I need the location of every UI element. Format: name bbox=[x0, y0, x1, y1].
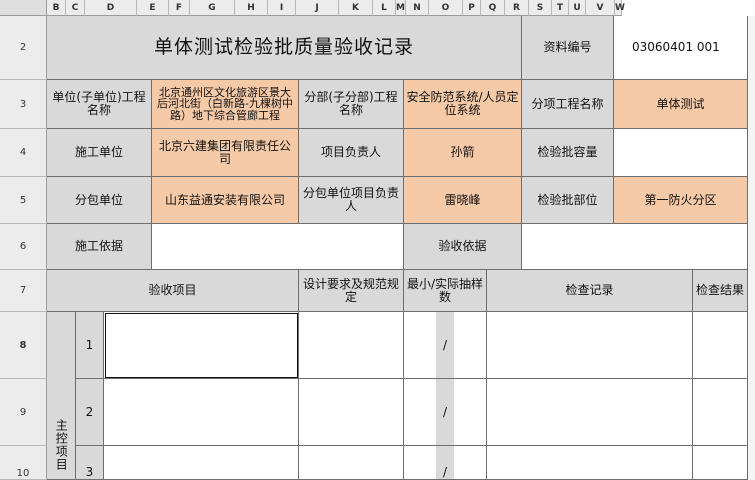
project-manager-value[interactable]: 孙箭 bbox=[404, 129, 522, 177]
item-1-name-cell[interactable] bbox=[104, 312, 299, 379]
row-header-2[interactable]: 2 bbox=[0, 16, 47, 80]
construction-basis-value[interactable] bbox=[152, 224, 404, 270]
column-header-l[interactable]: L bbox=[373, 0, 396, 16]
item-number-1: 1 bbox=[76, 312, 104, 379]
item-1-result-cell[interactable] bbox=[693, 312, 748, 379]
header-inspection-result: 检查结果 bbox=[693, 270, 748, 312]
construction-basis-label: 施工依据 bbox=[47, 224, 152, 270]
item-2-record-cell[interactable] bbox=[487, 379, 693, 446]
column-header-q[interactable]: Q bbox=[481, 0, 505, 16]
row-header-4[interactable]: 4 bbox=[0, 129, 47, 177]
project-manager-label: 项目负责人 bbox=[299, 129, 404, 177]
column-header-d[interactable]: D bbox=[85, 0, 137, 16]
column-header-b[interactable]: B bbox=[47, 0, 66, 16]
row-header-6[interactable]: 6 bbox=[0, 224, 47, 270]
row-header-10[interactable]: 10 bbox=[0, 446, 47, 480]
row-header-5[interactable]: 5 bbox=[0, 177, 47, 224]
column-header-j[interactable]: J bbox=[296, 0, 339, 16]
batch-capacity-value[interactable] bbox=[614, 129, 748, 177]
item-3-sample-cell[interactable]: / bbox=[404, 446, 487, 480]
column-header-c[interactable]: C bbox=[66, 0, 85, 16]
header-inspection-record: 检查记录 bbox=[487, 270, 693, 312]
column-header-s[interactable]: S bbox=[529, 0, 552, 16]
batch-location-value[interactable]: 第一防火分区 bbox=[614, 177, 748, 224]
constructor-label: 施工单位 bbox=[47, 129, 152, 177]
item-1-design-cell[interactable] bbox=[299, 312, 404, 379]
select-all-corner[interactable] bbox=[0, 0, 47, 16]
row-header-9[interactable]: 9 bbox=[0, 379, 47, 446]
column-header-i[interactable]: I bbox=[268, 0, 296, 16]
batch-location-label: 检验批部位 bbox=[522, 177, 614, 224]
item-1-record-cell[interactable] bbox=[487, 312, 693, 379]
column-header-w[interactable]: W bbox=[615, 0, 625, 16]
row-header-3[interactable]: 3 bbox=[0, 80, 47, 129]
doc-id-label: 资料编号 bbox=[522, 16, 614, 80]
item-number-3: 3 bbox=[76, 446, 104, 480]
item-project-value[interactable]: 单体测试 bbox=[614, 80, 748, 129]
subsection-value[interactable]: 安全防范系统/人员定位系统 bbox=[404, 80, 522, 129]
sub-manager-value[interactable]: 雷晓峰 bbox=[404, 177, 522, 224]
column-header-g[interactable]: G bbox=[190, 0, 235, 16]
column-header-u[interactable]: U bbox=[569, 0, 586, 16]
column-header-e[interactable]: E bbox=[137, 0, 169, 16]
header-acceptance-item: 验收项目 bbox=[47, 270, 299, 312]
acceptance-basis-value[interactable] bbox=[522, 224, 748, 270]
subsection-label: 分部(子分部)工程名称 bbox=[299, 80, 404, 129]
item-number-2: 2 bbox=[76, 379, 104, 446]
column-header-o[interactable]: O bbox=[429, 0, 463, 16]
column-header-v[interactable]: V bbox=[586, 0, 615, 16]
header-sample-count: 最小/实际抽样数 bbox=[404, 270, 487, 312]
item-3-design-cell[interactable] bbox=[299, 446, 404, 480]
item-2-name-cell[interactable] bbox=[104, 379, 299, 446]
batch-capacity-label: 检验批容量 bbox=[522, 129, 614, 177]
unit-name-label: 单位(子单位)工程名称 bbox=[47, 80, 152, 129]
main-control-items-label: 主控项目 bbox=[47, 312, 76, 480]
column-header-m[interactable]: M bbox=[396, 0, 406, 16]
item-2-result-cell[interactable] bbox=[693, 379, 748, 446]
item-2-sample-cell[interactable]: / bbox=[404, 379, 487, 446]
unit-name-value[interactable]: 北京通州区文化旅游区景大后河北街（白新路-九棵树中路）地下综合管廊工程 bbox=[152, 80, 299, 129]
subcontractor-label: 分包单位 bbox=[47, 177, 152, 224]
column-header-k[interactable]: K bbox=[339, 0, 373, 16]
doc-id-value[interactable]: 03060401 001 bbox=[614, 16, 748, 80]
subcontractor-value[interactable]: 山东益通安装有限公司 bbox=[152, 177, 299, 224]
column-header-f[interactable]: F bbox=[169, 0, 190, 16]
column-header-t[interactable]: T bbox=[552, 0, 569, 16]
item-project-label: 分项工程名称 bbox=[522, 80, 614, 129]
column-header-p[interactable]: P bbox=[463, 0, 481, 16]
main-control-items-text: 主控项目 bbox=[54, 419, 69, 471]
row-header-7[interactable]: 7 bbox=[0, 270, 47, 312]
form-title: 单体测试检验批质量验收记录 bbox=[47, 16, 522, 80]
item-1-sample-cell[interactable]: / bbox=[404, 312, 487, 379]
column-header-h[interactable]: H bbox=[235, 0, 268, 16]
column-header-n[interactable]: N bbox=[406, 0, 429, 16]
column-header-r[interactable]: R bbox=[505, 0, 529, 16]
acceptance-basis-label: 验收依据 bbox=[404, 224, 522, 270]
item-2-design-cell[interactable] bbox=[299, 379, 404, 446]
header-design-requirement: 设计要求及规范规定 bbox=[299, 270, 404, 312]
constructor-value[interactable]: 北京六建集团有限责任公司 bbox=[152, 129, 299, 177]
item-3-result-cell[interactable] bbox=[693, 446, 748, 480]
row-header-8[interactable]: 8 bbox=[0, 312, 47, 379]
item-3-name-cell[interactable] bbox=[104, 446, 299, 480]
item-3-record-cell[interactable] bbox=[487, 446, 693, 480]
column-w-margin bbox=[748, 16, 755, 480]
sub-manager-label: 分包单位项目负责人 bbox=[299, 177, 404, 224]
